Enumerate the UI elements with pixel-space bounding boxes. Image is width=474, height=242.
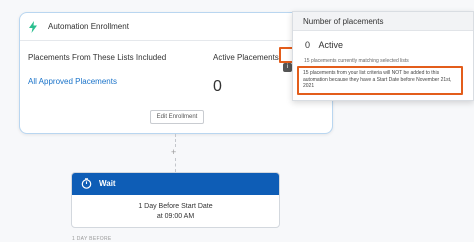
popover-active-count: 0 Active (305, 40, 343, 50)
lists-label: Placements From These Lists Included (28, 53, 167, 62)
info-icon[interactable]: i (283, 63, 292, 72)
popover-header: Number of placements (293, 12, 473, 31)
card-title: Automation Enrollment (48, 22, 129, 31)
popover-title: Number of placements (303, 17, 384, 26)
warning-highlight (297, 66, 463, 95)
active-placements-label: Active Placements (213, 53, 279, 62)
popover-subtext: 15 placements currently matching selecte… (304, 58, 409, 64)
stopwatch-icon (81, 178, 92, 189)
card-header: Automation Enrollment (20, 13, 332, 41)
next-step-label: 1 DAY BEFORE (72, 236, 112, 242)
wait-step-card[interactable]: Wait 1 Day Before Start Date at 09:00 AM (71, 172, 280, 228)
lightning-bolt-icon (29, 21, 37, 33)
connector-line-top (175, 134, 176, 147)
wait-header: Wait (72, 173, 279, 195)
connector-line-bottom (175, 158, 176, 172)
edit-enrollment-button[interactable]: Edit Enrollment (150, 110, 204, 124)
popover-count-value: 0 (305, 40, 311, 50)
automation-enrollment-card: Automation Enrollment Placements From Th… (19, 12, 333, 134)
wait-title: Wait (99, 179, 116, 188)
add-step-plus-icon[interactable]: + (171, 147, 176, 157)
wait-time: at 09:00 AM (156, 213, 195, 220)
popover-status: Active (318, 40, 344, 50)
all-approved-placements-link[interactable]: All Approved Placements (28, 77, 117, 86)
active-placements-count: 0 (213, 78, 222, 95)
wait-duration: 1 Day Before Start Date (138, 203, 213, 210)
